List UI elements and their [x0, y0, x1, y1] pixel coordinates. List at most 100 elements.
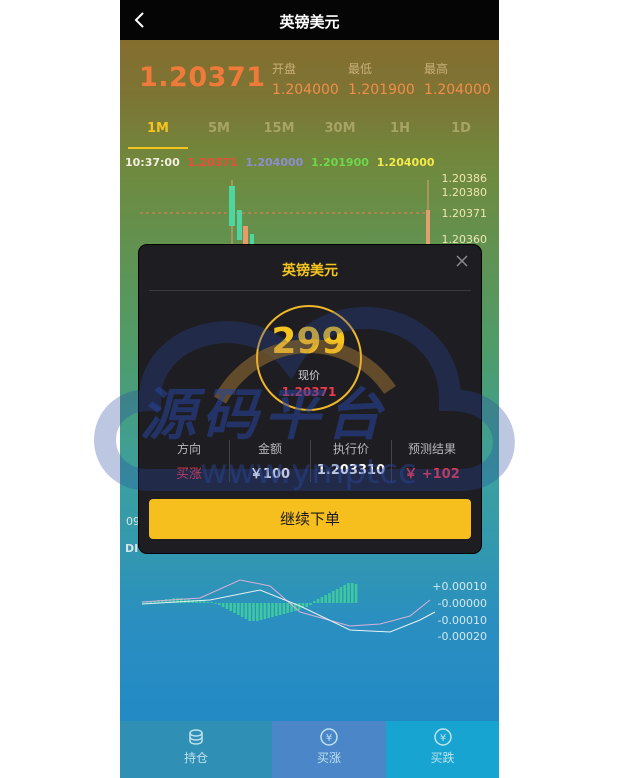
- direction-header: 方向: [176, 442, 201, 456]
- amount-column: 金额 ￥100: [230, 440, 310, 482]
- svg-text:¥: ¥: [439, 733, 445, 744]
- modal-divider: [149, 290, 471, 291]
- stat-open-value: 1.204000: [272, 82, 339, 98]
- macd-bar: [278, 603, 282, 615]
- tab-15m[interactable]: 15M: [249, 121, 309, 149]
- macd-axis-label: -0.00020: [437, 630, 487, 643]
- legend-time: 10:37:00: [125, 156, 180, 169]
- tab-1d[interactable]: 1D: [431, 121, 491, 149]
- stat-low: 最低 1.201900: [348, 60, 415, 98]
- axis-label: 1.20386: [441, 172, 488, 185]
- macd-bar: [313, 601, 316, 603]
- legend-high: 1.204000: [376, 156, 435, 169]
- buy-down-button[interactable]: ¥ 买跌: [386, 721, 499, 778]
- macd-bar: [252, 603, 255, 621]
- macd-bar: [347, 583, 350, 603]
- period-tabs: 1M 5M 15M 30M 1H 1D: [120, 121, 499, 149]
- macd-bar: [339, 587, 343, 603]
- stat-high-value: 1.204000: [424, 82, 491, 98]
- macd-bar: [275, 603, 278, 616]
- forecast-value: ￥ +102: [404, 467, 460, 482]
- macd-bar: [199, 601, 202, 603]
- macd-bar: [202, 601, 206, 603]
- macd-bar: [210, 602, 213, 603]
- macd-bar: [335, 589, 339, 603]
- current-price-label: 现价: [298, 369, 320, 382]
- macd-axis-label: +0.00010: [432, 580, 487, 593]
- macd-bar: [267, 603, 270, 618]
- stat-high: 最高 1.204000: [424, 60, 491, 98]
- close-icon[interactable]: [455, 254, 469, 268]
- macd-bar: [237, 603, 240, 615]
- candle-up: [229, 186, 235, 226]
- current-price-value: 1.20371: [281, 385, 337, 399]
- macd-bar: [324, 595, 327, 603]
- order-result-modal: 英镑美元 299 现价 1.20371 方向 买涨 金额 ￥100 执行价 1.…: [139, 245, 481, 553]
- amount-value: ￥100: [249, 467, 291, 482]
- order-details: 方向 买涨 金额 ￥100 执行价 1.203310 预测结果 ￥ +102: [149, 440, 471, 482]
- positions-label: 持仓: [183, 751, 208, 765]
- strike-column: 执行价 1.203310: [311, 440, 391, 478]
- macd-axis-label: -0.00010: [437, 614, 487, 627]
- time-axis-fragment: 09: [126, 515, 140, 528]
- tab-5m[interactable]: 5M: [189, 121, 249, 149]
- macd-bar: [282, 603, 286, 614]
- macd-bar: [229, 603, 232, 611]
- macd-bar: [328, 593, 331, 603]
- amount-header: 金额: [257, 442, 282, 456]
- macd-bar: [225, 603, 229, 609]
- macd-axis-label: -0.00000: [437, 597, 487, 610]
- macd-bar: [206, 602, 210, 603]
- macd-bar: [240, 603, 244, 617]
- forecast-column: 预测结果 ￥ +102: [392, 440, 472, 482]
- macd-bar: [271, 603, 274, 617]
- macd-bar: [248, 603, 251, 621]
- macd-bar: [244, 603, 248, 619]
- yen-up-icon: ¥: [320, 728, 338, 746]
- buy-up-label: 买涨: [316, 751, 341, 765]
- macd-bar: [309, 603, 312, 605]
- legend-open: 1.204000: [245, 156, 304, 169]
- stat-low-label: 最低: [348, 62, 373, 76]
- strike-header: 执行价: [332, 442, 369, 456]
- macd-bar: [218, 603, 221, 605]
- ohlc-legend: 10:37:00 1.20371 1.204000 1.201900 1.204…: [125, 156, 439, 169]
- indicator-label: DI: [125, 542, 139, 555]
- macd-bar: [259, 603, 263, 620]
- coins-icon: [189, 729, 203, 745]
- macd-bar: [263, 603, 267, 619]
- tab-30m[interactable]: 30M: [310, 121, 370, 149]
- direction-value: 买涨: [175, 467, 202, 482]
- tab-1h[interactable]: 1H: [370, 121, 430, 149]
- candle-down: [426, 210, 430, 248]
- tab-1m[interactable]: 1M: [128, 121, 188, 149]
- continue-order-button[interactable]: 继续下单: [149, 499, 471, 539]
- positions-button[interactable]: 持仓: [120, 721, 272, 778]
- candle-up: [237, 210, 242, 240]
- macd-bar: [286, 603, 289, 613]
- top-bar: 英镑美元: [120, 0, 499, 40]
- stat-open: 开盘 1.204000: [272, 60, 339, 98]
- macd-bar: [351, 583, 354, 603]
- strike-value: 1.203310: [316, 463, 386, 478]
- forecast-header: 预测结果: [407, 442, 456, 456]
- stat-high-label: 最高: [424, 62, 449, 76]
- direction-column: 方向 买涨: [149, 440, 229, 482]
- macd-bar: [305, 603, 308, 607]
- candle-down: [243, 226, 248, 246]
- countdown-value: 299: [271, 321, 347, 362]
- macd-bar: [354, 584, 358, 603]
- stat-open-label: 开盘: [272, 62, 297, 76]
- macd-bar: [214, 603, 217, 604]
- buy-up-button[interactable]: ¥ 买涨: [272, 721, 386, 778]
- stat-low-value: 1.201900: [348, 82, 415, 98]
- modal-title: 英镑美元: [282, 263, 338, 279]
- macd-bar: [320, 597, 324, 603]
- legend-close: 1.20371: [187, 156, 238, 169]
- axis-label: 1.20371: [441, 207, 488, 220]
- macd-bar: [332, 591, 335, 603]
- countdown-ring: 299 现价 1.20371: [256, 305, 362, 411]
- svg-text:¥: ¥: [326, 733, 332, 744]
- page-title: 英镑美元: [279, 13, 340, 31]
- axis-label: 1.20380: [441, 186, 488, 199]
